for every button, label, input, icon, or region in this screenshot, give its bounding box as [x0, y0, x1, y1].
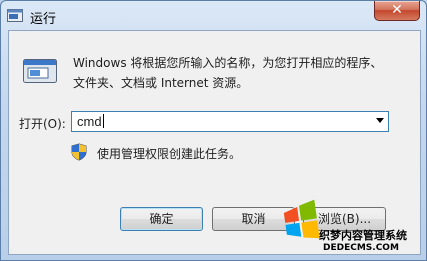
text-caret [102, 114, 104, 128]
run-program-icon [23, 59, 57, 83]
description-text: Windows 将根据您所输入的名称，为您打开相应的程序、 文件夹、文档或 In… [73, 53, 413, 93]
window-title: 运行 [30, 12, 57, 27]
close-icon: ✕ [391, 2, 403, 18]
dropdown-arrow-icon[interactable] [376, 118, 384, 123]
description-line-1: Windows 将根据您所输入的名称，为您打开相应的程序、 [73, 56, 383, 70]
open-combobox[interactable]: cmd [71, 111, 389, 132]
description-line-2: 文件夹、文档或 Internet 资源。 [73, 76, 249, 90]
open-label: 打开(O): [19, 117, 66, 131]
watermark-url: DEDECMS.COM [323, 243, 399, 253]
open-input-value[interactable]: cmd [77, 114, 102, 129]
run-icon [7, 9, 23, 22]
run-dialog-window: 运行 ✕ Windows 将根据您所输入的名称，为您打开相应的程序、 文件夹、文… [0, 0, 427, 261]
watermark-title: 织梦内容管理系统 [319, 229, 407, 242]
ok-button[interactable]: 确定 [120, 207, 203, 231]
shield-icon [71, 143, 87, 161]
close-button[interactable]: ✕ [374, 1, 420, 21]
admin-note: 使用管理权限创建此任务。 [97, 147, 242, 161]
